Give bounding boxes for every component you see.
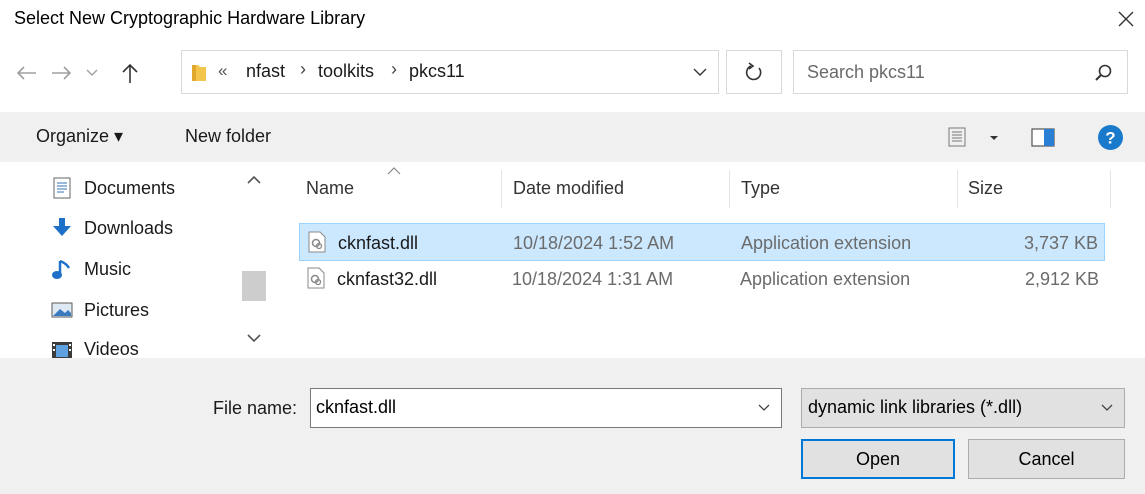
refresh-icon — [745, 62, 762, 81]
videos-icon — [50, 339, 74, 358]
recent-locations-button[interactable] — [82, 55, 102, 91]
file-name: cknfast.dll — [338, 233, 419, 253]
file-name-label: File name: — [213, 398, 298, 418]
column-header-date[interactable]: Date modified — [513, 178, 624, 199]
chevron-down-icon — [1101, 404, 1113, 411]
documents-icon — [50, 176, 74, 200]
cancel-button[interactable]: Cancel — [968, 439, 1125, 479]
search-placeholder[interactable]: Search pkcs11 — [807, 62, 925, 83]
column-header-type[interactable]: Type — [741, 178, 780, 199]
chevron-down-icon[interactable] — [755, 399, 773, 417]
details-view-icon — [948, 127, 998, 147]
scroll-thumb[interactable] — [242, 271, 266, 301]
chevron-down-icon — [86, 69, 98, 76]
breadcrumb-nfast[interactable]: nfast — [246, 61, 285, 82]
file-type: Application extension — [741, 233, 912, 253]
new-folder-button[interactable]: New folder — [185, 126, 271, 147]
music-icon — [50, 257, 74, 281]
forward-button[interactable] — [48, 55, 76, 91]
file-type-filter[interactable]: dynamic link libraries (*.dll) — [801, 388, 1125, 428]
file-size: 2,912 KB — [1024, 269, 1099, 289]
column-divider[interactable] — [957, 170, 958, 208]
address-bar[interactable]: « nfast › toolkits › pkcs11 — [181, 50, 719, 94]
dll-file-icon — [308, 231, 326, 253]
column-divider[interactable] — [729, 170, 730, 208]
pictures-icon — [50, 298, 74, 322]
nav-item-label: Documents — [84, 177, 176, 198]
nav-item-label: Downloads — [84, 217, 174, 238]
nav-item-music[interactable]: Music — [50, 249, 131, 289]
downloads-icon — [50, 216, 74, 240]
nav-item-downloads[interactable]: Downloads — [50, 208, 173, 248]
folder-icon — [192, 65, 206, 81]
breadcrumb-separator-icon[interactable]: › — [300, 59, 306, 80]
column-header-name[interactable]: Name — [306, 178, 354, 199]
nav-item-videos[interactable]: Videos — [50, 331, 139, 358]
help-icon: ? — [1098, 125, 1123, 150]
up-button[interactable] — [116, 55, 144, 91]
close-icon — [1118, 11, 1134, 27]
scroll-down-icon[interactable] — [245, 332, 263, 346]
forward-arrow-icon — [52, 66, 72, 80]
file-date: 10/18/2024 1:31 AM — [512, 269, 674, 289]
file-type: Application extension — [740, 269, 911, 289]
file-name: cknfast32.dll — [337, 269, 438, 289]
column-divider[interactable] — [1110, 170, 1111, 208]
back-button[interactable] — [12, 55, 40, 91]
column-header-size[interactable]: Size — [968, 178, 1003, 199]
chevron-down-icon[interactable] — [690, 62, 710, 82]
dll-file-icon — [307, 267, 325, 289]
address-overflow[interactable]: « — [218, 61, 227, 81]
column-divider[interactable] — [501, 170, 502, 208]
preview-pane-button[interactable] — [1028, 126, 1058, 150]
file-name-value[interactable]: cknfast.dll — [316, 397, 396, 418]
change-view-button[interactable] — [948, 125, 1008, 151]
nav-item-label: Music — [84, 258, 132, 279]
search-icon[interactable] — [1094, 63, 1114, 83]
nav-item-label: Pictures — [84, 299, 150, 320]
back-arrow-icon — [16, 66, 36, 80]
breadcrumb-toolkits[interactable]: toolkits — [318, 61, 374, 82]
nav-item-documents[interactable]: Documents — [50, 168, 175, 208]
file-name-input[interactable]: cknfast.dll — [310, 388, 782, 428]
refresh-button[interactable] — [726, 50, 782, 94]
window-title: Select New Cryptographic Hardware Librar… — [14, 8, 366, 28]
file-date: 10/18/2024 1:52 AM — [513, 233, 675, 253]
file-dialog-footer: File name: cknfast.dll dynamic link libr… — [0, 358, 1145, 494]
file-row[interactable]: cknfast.dll 10/18/2024 1:52 AM Applicati… — [299, 223, 1105, 261]
organize-menu[interactable]: Organize ▾ — [36, 126, 123, 147]
command-bar: Organize ▾ New folder ? — [0, 112, 1145, 162]
sort-ascending-icon — [387, 167, 401, 175]
nav-item-label: Videos — [84, 339, 139, 358]
preview-pane-icon — [1031, 128, 1055, 147]
up-arrow-icon — [122, 63, 138, 83]
open-button[interactable]: Open — [801, 439, 955, 479]
search-box[interactable]: Search pkcs11 — [793, 50, 1128, 94]
nav-item-pictures[interactable]: Pictures — [50, 290, 149, 330]
breadcrumb-pkcs11[interactable]: pkcs11 — [409, 61, 465, 82]
nav-pane-scrollbar[interactable] — [240, 164, 268, 357]
file-type-filter-value: dynamic link libraries (*.dll) — [808, 397, 1023, 417]
breadcrumb-separator-icon[interactable]: › — [391, 59, 397, 80]
scroll-up-icon[interactable] — [245, 172, 263, 186]
svg-text:?: ? — [1105, 129, 1115, 148]
close-button[interactable] — [1111, 4, 1141, 34]
file-row[interactable]: cknfast32.dll 10/18/2024 1:31 AM Applica… — [299, 260, 1105, 298]
file-size: 3,737 KB — [1023, 233, 1098, 253]
help-button[interactable]: ? — [1097, 124, 1124, 151]
